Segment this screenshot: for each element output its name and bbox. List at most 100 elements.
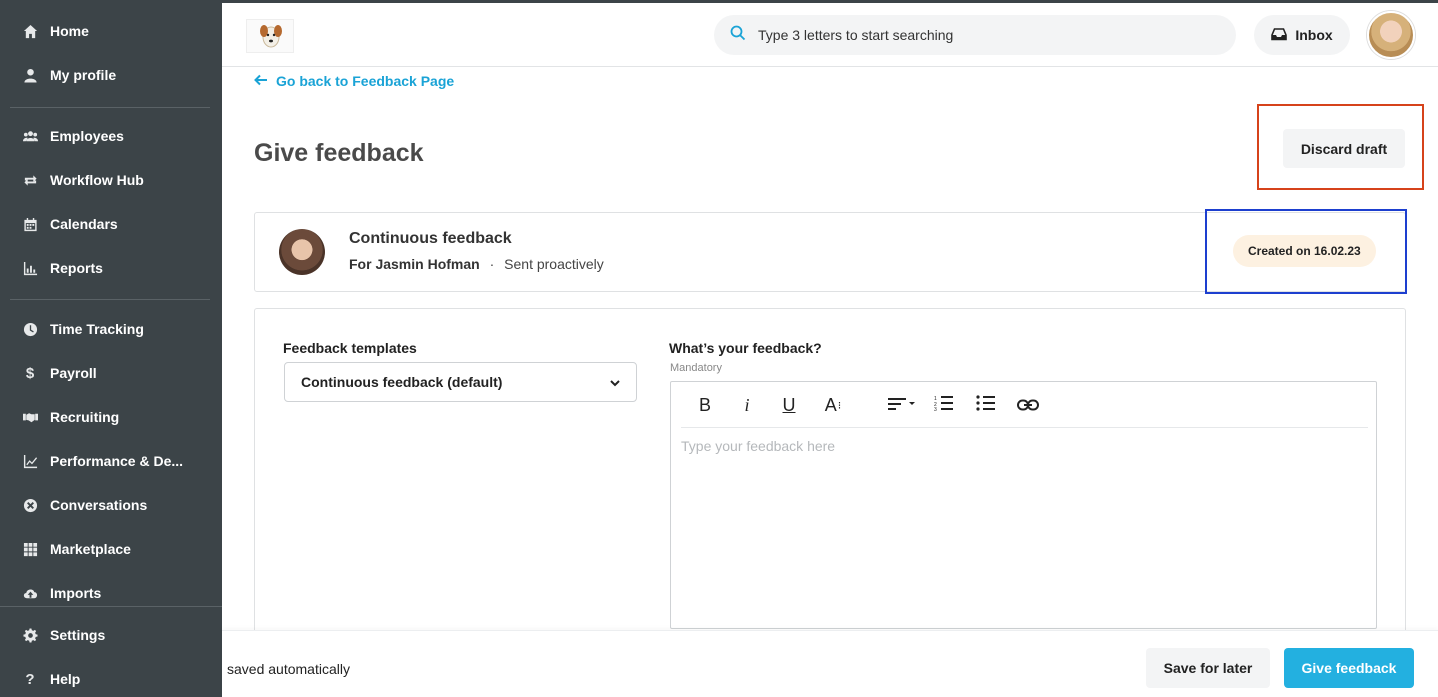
sidebar-item-label: Imports: [50, 585, 102, 601]
link-button[interactable]: [1016, 394, 1040, 416]
sidebar-item-label: Payroll: [50, 365, 97, 381]
search-bar[interactable]: [714, 15, 1236, 55]
bullet-list-button[interactable]: [975, 394, 997, 416]
sidebar-item-label: Recruiting: [50, 409, 120, 425]
company-logo[interactable]: [246, 19, 294, 53]
sidebar-item-help[interactable]: ? Help: [22, 667, 212, 691]
template-select[interactable]: Continuous feedback (default): [284, 362, 637, 402]
sidebar-item-reports[interactable]: Reports: [22, 256, 212, 280]
dollar-icon: $: [25, 364, 35, 382]
sidebar-item-payroll[interactable]: $ Payroll: [22, 361, 212, 385]
sidebar-item-label: Help: [50, 671, 81, 687]
sidebar-item-label: My profile: [50, 67, 117, 83]
give-feedback-button[interactable]: Give feedback: [1284, 648, 1414, 688]
feedback-form: Feedback templates Continuous feedback (…: [254, 308, 1406, 638]
sidebar-item-home[interactable]: Home: [22, 19, 212, 43]
sidebar-item-label: Time Tracking: [50, 321, 144, 337]
save-for-later-button[interactable]: Save for later: [1146, 648, 1270, 688]
sidebar-item-settings[interactable]: Settings: [22, 623, 212, 647]
inbox-button[interactable]: Inbox: [1254, 15, 1350, 55]
handshake-icon: [22, 409, 38, 425]
feedback-editor: B i U A ⁝ 123: [670, 381, 1377, 629]
sidebar-item-calendars[interactable]: Calendars: [22, 212, 212, 236]
line-chart-icon: [22, 453, 38, 469]
inbox-label: Inbox: [1295, 27, 1333, 43]
conversation-icon: [22, 497, 38, 513]
bar-chart-icon: [22, 260, 38, 276]
templates-label: Feedback templates: [283, 340, 417, 356]
italic-icon: i: [744, 394, 750, 415]
font-size-icon: A: [824, 394, 837, 415]
question-icon: ?: [25, 670, 35, 688]
bold-button[interactable]: B: [696, 394, 714, 416]
highlight-box-blue: [1205, 209, 1407, 294]
clock-icon: [22, 321, 38, 337]
page-title: Give feedback: [254, 139, 424, 167]
feedback-textarea[interactable]: [681, 438, 1361, 618]
sidebar: Home My profile Employees Workflow Hub C…: [0, 0, 222, 697]
user-icon: [22, 67, 38, 83]
sidebar-item-label: Employees: [50, 128, 124, 144]
grid-icon: [22, 541, 38, 557]
sidebar-item-label: Performance & De...: [50, 453, 184, 469]
align-button[interactable]: [887, 394, 917, 416]
arrow-left-icon: [254, 73, 268, 89]
sidebar-item-label: Conversations: [50, 497, 148, 513]
recipient-avatar: [279, 229, 325, 275]
gear-icon: [22, 627, 38, 643]
repeat-icon: [22, 172, 38, 188]
bold-icon: B: [698, 394, 711, 415]
sidebar-item-label: Reports: [50, 260, 103, 276]
feedback-type-title: Continuous feedback: [349, 230, 512, 247]
bullet-list-icon: [976, 394, 996, 416]
home-icon: [22, 23, 38, 39]
separator-dot: ·: [489, 256, 495, 272]
template-selected-value: Continuous feedback (default): [301, 374, 503, 390]
user-avatar[interactable]: [1367, 11, 1415, 59]
feedback-status: Sent proactively: [504, 256, 604, 272]
back-to-feedback-link[interactable]: Go back to Feedback Page: [254, 73, 454, 89]
sidebar-item-marketplace[interactable]: Marketplace: [22, 537, 212, 561]
header: Inbox: [222, 3, 1438, 67]
calendar-icon: [22, 216, 38, 232]
italic-button[interactable]: i: [738, 394, 756, 416]
underline-button[interactable]: U: [779, 394, 799, 416]
svg-text:3: 3: [934, 407, 937, 411]
sidebar-item-time-tracking[interactable]: Time Tracking: [22, 317, 212, 341]
sidebar-item-label: Marketplace: [50, 541, 131, 557]
highlight-box-red: [1257, 104, 1424, 190]
search-input[interactable]: [758, 27, 1198, 43]
sidebar-item-label: Settings: [50, 627, 106, 643]
sidebar-item-recruiting[interactable]: Recruiting: [22, 405, 212, 429]
back-link-label: Go back to Feedback Page: [276, 73, 455, 89]
sidebar-item-imports[interactable]: Imports: [22, 581, 212, 605]
feedback-subtitle: For Jasmin Hofman · Sent proactively: [349, 256, 604, 272]
mandatory-hint: Mandatory: [670, 362, 722, 374]
autosave-status: saved automatically: [227, 661, 350, 677]
feedback-label: What’s your feedback?: [669, 340, 822, 356]
sidebar-item-conversations[interactable]: Conversations: [22, 493, 212, 517]
sidebar-item-performance[interactable]: Performance & De...: [22, 449, 212, 473]
recipient-name: For Jasmin Hofman: [349, 256, 480, 272]
inbox-icon: [1271, 27, 1288, 44]
sidebar-item-workflow-hub[interactable]: Workflow Hub: [22, 168, 212, 192]
font-size-button[interactable]: A ⁝: [820, 394, 846, 416]
ordered-list-button[interactable]: 123: [933, 394, 955, 416]
sidebar-item-label: Workflow Hub: [50, 172, 144, 188]
align-left-icon: [887, 395, 917, 416]
sidebar-item-label: Home: [50, 23, 89, 39]
underline-icon: U: [782, 394, 796, 415]
cloud-upload-icon: [22, 585, 38, 601]
sidebar-item-label: Calendars: [50, 216, 118, 232]
sidebar-divider: [0, 606, 222, 607]
sidebar-item-my-profile[interactable]: My profile: [22, 63, 212, 87]
chevron-down-icon: [610, 374, 620, 390]
sidebar-divider: [10, 299, 210, 300]
editor-toolbar: B i U A ⁝ 123: [681, 382, 1368, 428]
link-icon: [1017, 395, 1039, 416]
people-icon: [22, 128, 38, 144]
sidebar-item-employees[interactable]: Employees: [22, 124, 212, 148]
search-icon: [730, 25, 746, 46]
footer-bar: saved automatically Save for later Give …: [222, 630, 1438, 697]
sidebar-divider: [10, 107, 210, 108]
